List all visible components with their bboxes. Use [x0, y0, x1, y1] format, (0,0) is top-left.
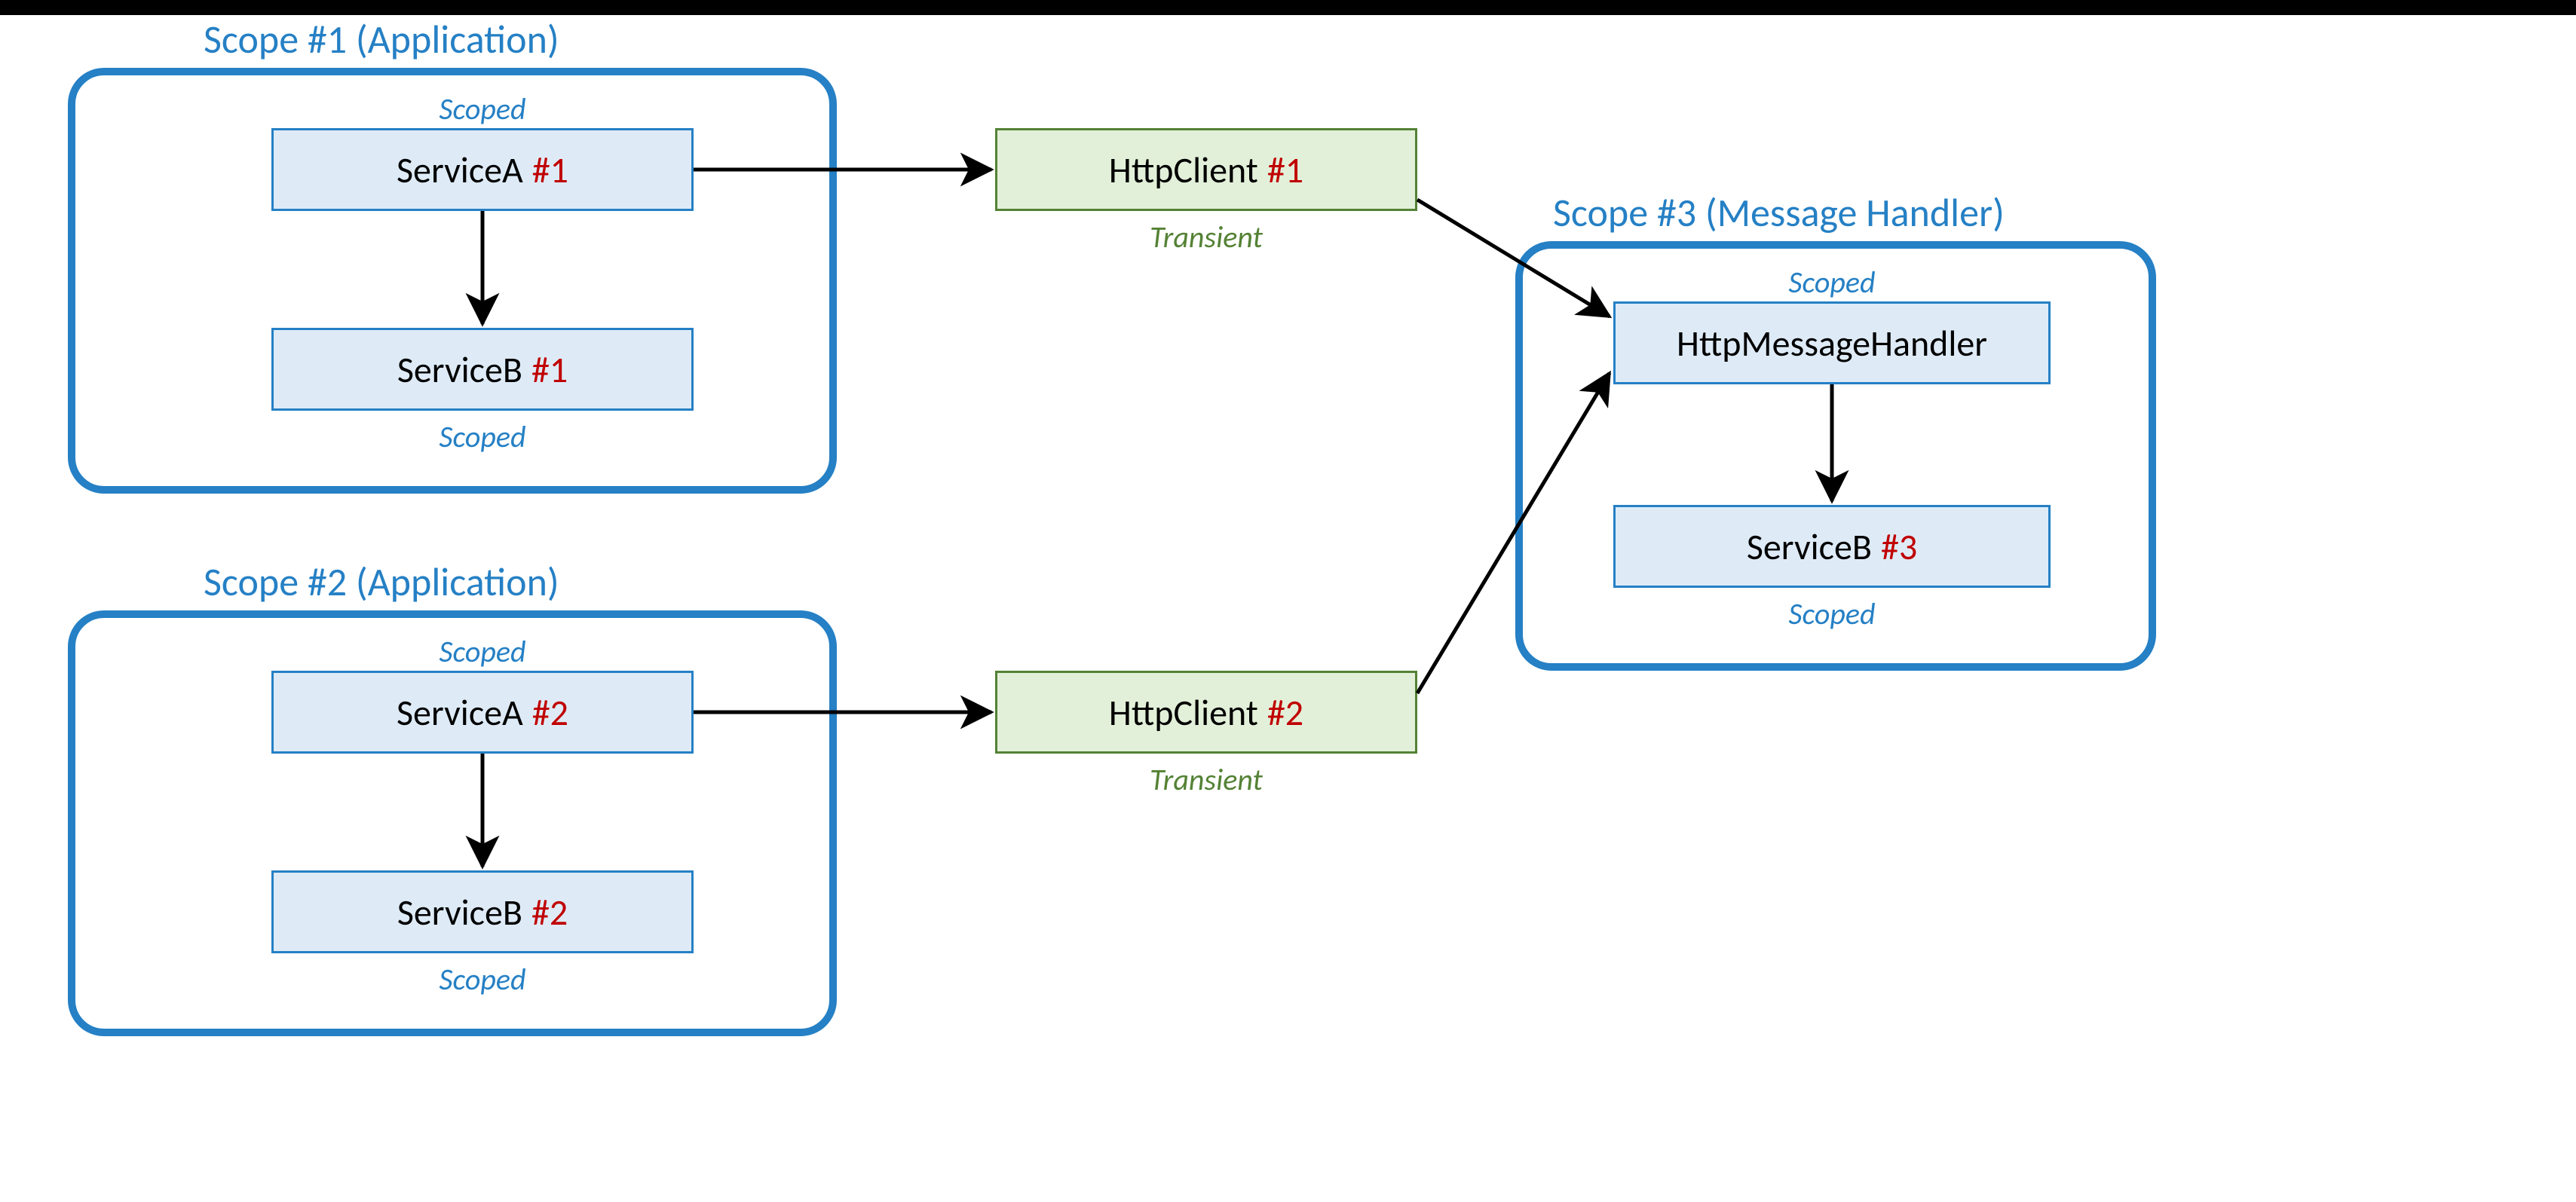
- httpclient2-lifetime: Transient: [995, 761, 1417, 798]
- httpclient1-lifetime: Transient: [995, 219, 1417, 255]
- serviceA1-lifetime: Scoped: [271, 90, 694, 127]
- httpclient2-inst: #2: [1267, 690, 1303, 735]
- serviceB2-box: ServiceB #2: [271, 870, 694, 953]
- scope1-title: Scope #1 (Application): [204, 15, 559, 63]
- handler-name: HttpMessageHandler: [1677, 321, 1987, 365]
- httpclient1-box: HttpClient #1: [995, 128, 1417, 211]
- scope2-title: Scope #2 (Application): [204, 558, 559, 606]
- httpclient1-name: HttpClient: [1109, 148, 1258, 192]
- serviceB3-inst: #3: [1881, 525, 1917, 569]
- serviceA1-box: ServiceA #1: [271, 128, 694, 211]
- serviceB1-name: ServiceB: [397, 347, 522, 392]
- httpclient2-name: HttpClient: [1109, 690, 1258, 735]
- serviceA1-inst: #1: [532, 148, 568, 192]
- serviceA2-box: ServiceA #2: [271, 671, 694, 754]
- serviceA2-inst: #2: [532, 690, 568, 735]
- serviceB1-box: ServiceB #1: [271, 328, 694, 411]
- serviceB2-lifetime: Scoped: [271, 961, 694, 998]
- serviceA2-lifetime: Scoped: [271, 633, 694, 670]
- serviceB1-lifetime: Scoped: [271, 418, 694, 455]
- serviceB3-box: ServiceB #3: [1613, 505, 2051, 588]
- serviceB3-lifetime: Scoped: [1613, 595, 2051, 632]
- serviceA2-name: ServiceA: [397, 690, 523, 735]
- serviceB3-name: ServiceB: [1747, 525, 1872, 569]
- scope3-title: Scope #3 (Message Handler): [1553, 188, 2005, 237]
- serviceB2-name: ServiceB: [397, 890, 522, 934]
- top-black-bar: [0, 0, 2576, 15]
- serviceB1-inst: #1: [531, 347, 568, 392]
- serviceA1-name: ServiceA: [397, 148, 523, 192]
- httpclient1-inst: #1: [1267, 148, 1303, 192]
- handler-box: HttpMessageHandler: [1613, 301, 2051, 384]
- diagram-canvas: Scope #1 (Application) Scoped ServiceA #…: [0, 0, 2576, 1202]
- handler-lifetime: Scoped: [1613, 264, 2051, 301]
- httpclient2-box: HttpClient #2: [995, 671, 1417, 754]
- serviceB2-inst: #2: [531, 890, 568, 934]
